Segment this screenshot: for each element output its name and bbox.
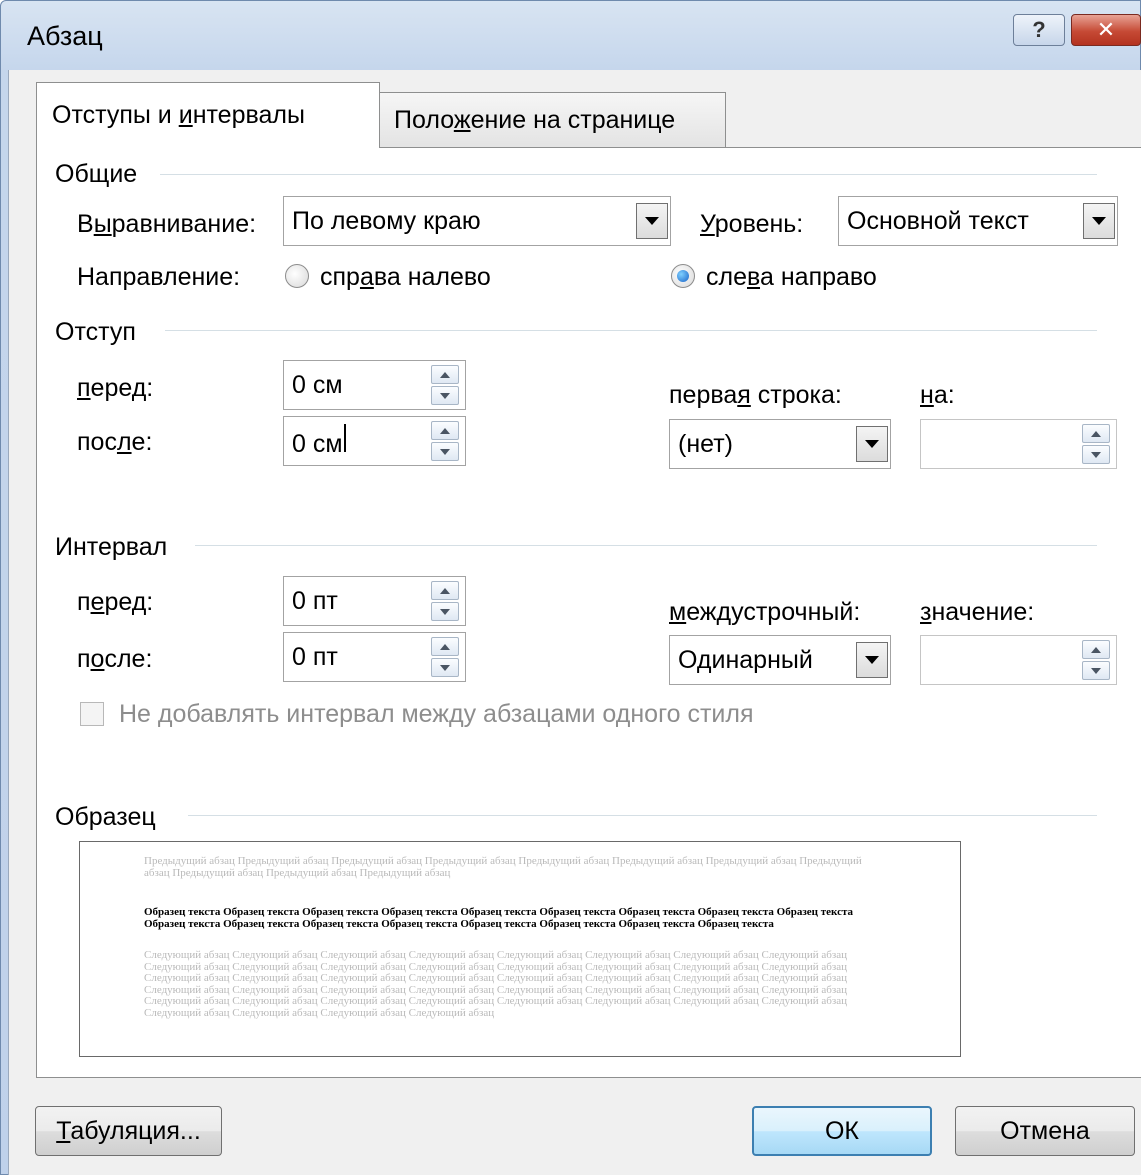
indent-after-spinner[interactable]: 0 см [283,416,466,466]
indent-after-value: 0 см [292,423,346,459]
spin-buttons [1082,424,1110,464]
close-button[interactable]: ✕ [1071,14,1141,46]
chevron-down-icon[interactable] [636,203,668,239]
spin-up-icon[interactable] [431,365,459,384]
spacing-after-value: 0 пт [292,642,338,671]
alignment-select[interactable]: По левому краю [283,196,671,246]
preview-heading: Образец [55,803,156,831]
text-cursor [343,423,346,452]
spin-buttons [431,581,459,621]
general-divider [160,174,1097,175]
level-select[interactable]: Основной текст [838,196,1118,246]
spacing-heading: Интервал [55,533,168,561]
spacing-before-label: перед: [77,588,154,616]
indent-before-value: 0 см [292,370,343,399]
window-title: Абзац [27,21,103,51]
line-spacing-select[interactable]: Одинарный [669,635,891,685]
spacing-before-value: 0 пт [292,586,338,615]
spin-buttons [431,421,459,461]
tabs-button[interactable]: Табуляция... [35,1106,222,1156]
chevron-down-icon[interactable] [1083,203,1115,239]
no-space-same-style-checkbox[interactable] [80,702,104,726]
help-icon: ? [1032,17,1046,42]
spin-down-icon[interactable] [431,442,459,461]
first-line-label: первая строка: [669,381,842,409]
preview-next-paragraph: Следующий абзац Следующий абзац Следующи… [144,949,847,1019]
tab-label: Положение на странице [394,106,676,134]
chevron-down-icon[interactable] [856,426,888,462]
level-label: Уровень: [700,210,804,238]
spin-up-icon[interactable] [431,637,459,656]
spacing-value-label: значение: [920,598,1035,626]
first-line-select[interactable]: (нет) [669,419,891,469]
preview-sample-paragraph: Образец текста Образец текста Образец те… [144,906,854,930]
indent-heading: Отступ [55,318,136,346]
spacing-after-spinner[interactable]: 0 пт [283,632,466,682]
tab-indents-spacing[interactable]: Отступы и интервалы [36,82,380,148]
title-bar[interactable]: Абзац ? ✕ [1,1,1141,71]
spin-down-icon[interactable] [431,386,459,405]
spin-up-icon[interactable] [431,581,459,600]
close-icon: ✕ [1096,17,1116,42]
radio-rtl[interactable] [285,264,309,288]
spin-down-icon[interactable] [431,658,459,677]
help-button[interactable]: ? [1013,14,1065,46]
line-spacing-value: Одинарный [678,645,813,674]
direction-label: Направление: [77,263,241,291]
no-space-same-style-label[interactable]: Не добавлять интервал между абзацами одн… [119,700,754,729]
alignment-value: По левому краю [292,206,481,235]
line-spacing-label: междустрочный: [669,598,861,626]
spin-up-icon[interactable] [1082,424,1110,443]
indent-divider [165,330,1097,331]
ok-button-label: ОК [824,1116,859,1145]
first-line-value: (нет) [678,429,733,458]
radio-rtl-label[interactable]: справа налево [320,263,491,292]
spacing-before-spinner[interactable]: 0 пт [283,576,466,626]
level-value: Основной текст [847,206,1029,235]
preview-previous-paragraph: Предыдущий абзац Предыдущий абзац Предыд… [144,855,862,879]
spacing-divider [195,545,1097,546]
tabs-button-label: Табуляция... [56,1116,201,1145]
cancel-button-label: Отмена [1000,1116,1090,1145]
spin-buttons [431,365,459,405]
spacing-after-label: после: [77,645,153,673]
general-heading: Общие [55,160,138,188]
alignment-label: Выравнивание: [77,210,257,238]
tab-label: Отступы и интервалы [52,101,305,129]
radio-ltr[interactable] [671,264,695,288]
spin-down-icon[interactable] [1082,661,1110,680]
spin-up-icon[interactable] [431,421,459,440]
spin-down-icon[interactable] [431,602,459,621]
spin-buttons [1082,640,1110,680]
preview-divider [188,815,1097,816]
cancel-button[interactable]: Отмена [955,1106,1135,1156]
indent-before-spinner[interactable]: 0 см [283,360,466,410]
spin-down-icon[interactable] [1082,445,1110,464]
spin-up-icon[interactable] [1082,640,1110,659]
chevron-down-icon[interactable] [856,642,888,678]
indent-after-label: после: [77,428,153,456]
by-spinner[interactable] [920,419,1117,469]
radio-ltr-label[interactable]: слева направо [706,263,877,292]
indent-before-label: перед: [77,374,154,402]
preview-box: Предыдущий абзац Предыдущий абзац Предыд… [79,841,961,1057]
spin-buttons [431,637,459,677]
by-label: на: [920,381,955,409]
ok-button[interactable]: ОК [752,1106,932,1156]
spacing-value-spinner[interactable] [920,635,1117,685]
tab-line-page-breaks[interactable]: Положение на странице [378,92,726,148]
